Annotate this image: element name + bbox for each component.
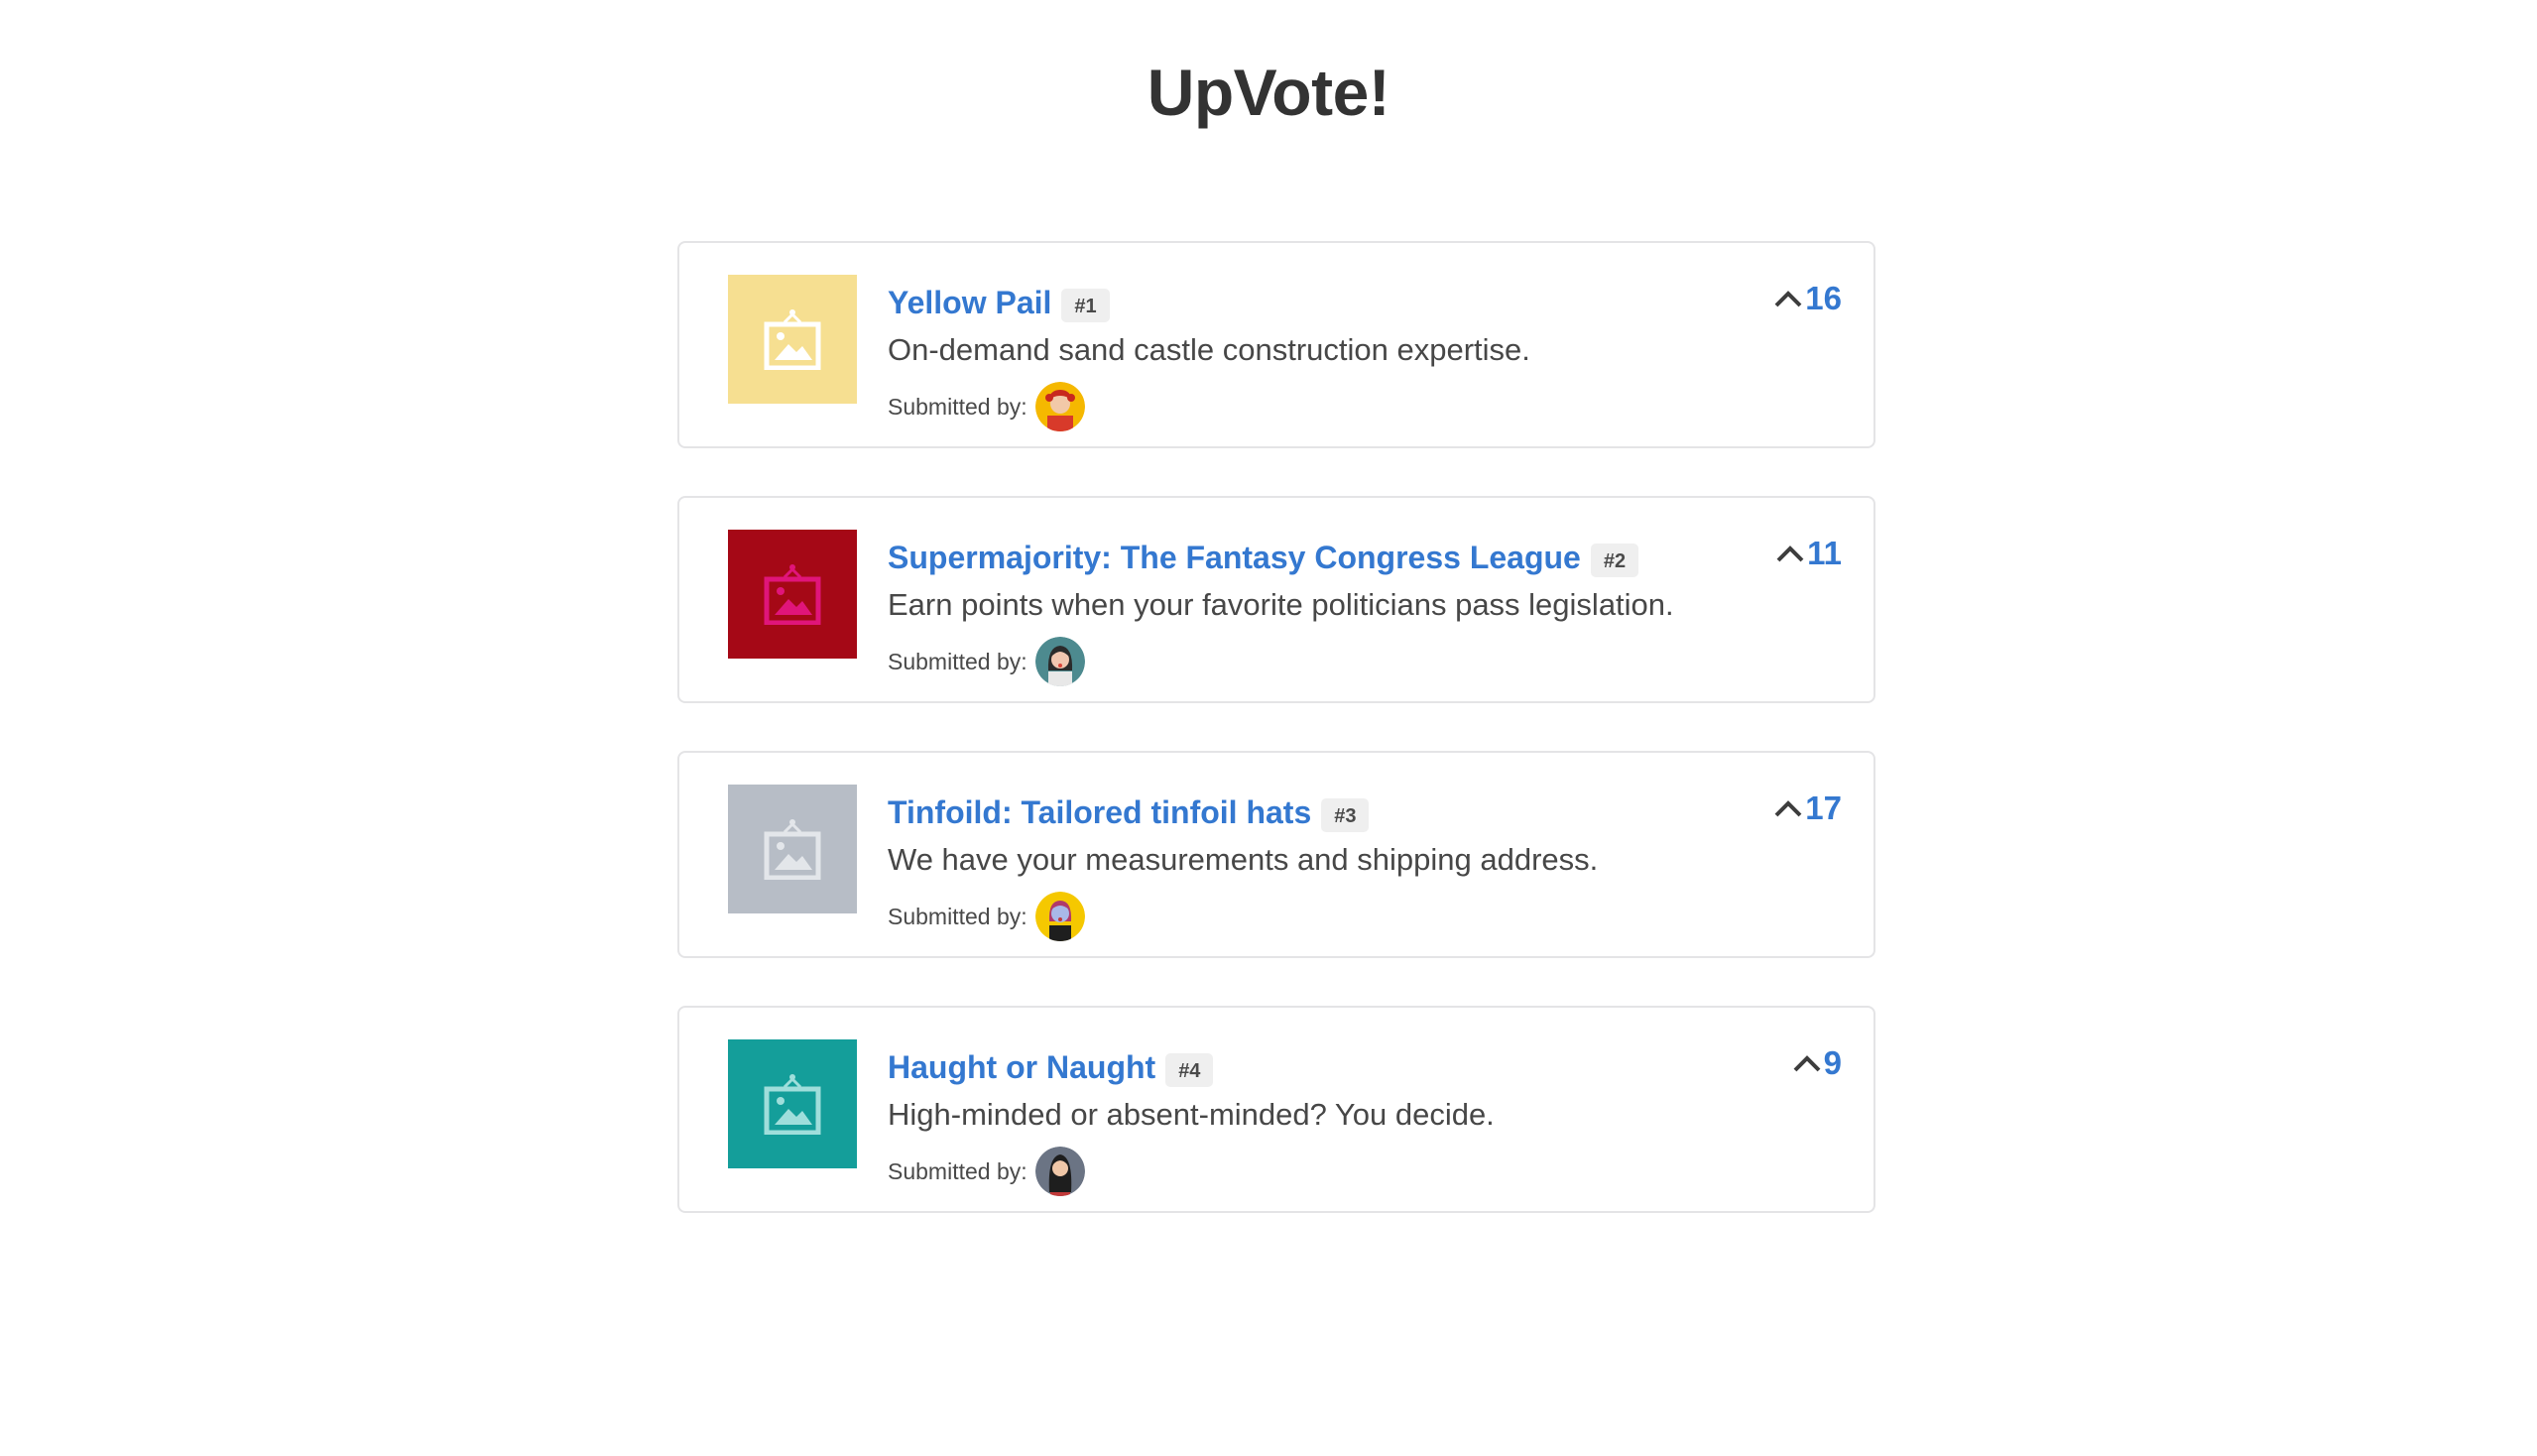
product-thumbnail[interactable]	[728, 1039, 857, 1168]
image-placeholder-icon	[764, 309, 821, 370]
rank-badge: #3	[1321, 798, 1370, 832]
chevron-up-icon	[1773, 798, 1803, 818]
product-title-link[interactable]: Tinfoild: Tailored tinfoil hats	[888, 794, 1311, 831]
product-card: Supermajority: The Fantasy Congress Leag…	[677, 496, 1875, 703]
image-placeholder-icon	[764, 564, 821, 625]
product-card: Tinfoild: Tailored tinfoil hats #3 We ha…	[677, 751, 1875, 958]
product-description: On-demand sand castle construction exper…	[888, 332, 1530, 367]
upvote-button[interactable]: 16	[1773, 280, 1842, 317]
avatar-dark-hair-icon[interactable]	[1034, 637, 1085, 686]
upvote-button[interactable]: 11	[1775, 535, 1842, 572]
submitted-by-label: Submitted by:	[888, 903, 1027, 929]
chevron-up-icon	[1792, 1053, 1822, 1073]
avatar-long-hair-icon[interactable]	[1034, 1147, 1085, 1196]
product-title-link[interactable]: Haught or Naught	[888, 1049, 1155, 1086]
image-placeholder-icon	[764, 1074, 821, 1135]
upvote-button[interactable]: 9	[1792, 1044, 1842, 1082]
vote-count: 9	[1823, 1044, 1842, 1081]
page-title: UpVote!	[1147, 56, 1390, 129]
rank-badge: #1	[1061, 289, 1110, 322]
upvote-button[interactable]: 17	[1773, 789, 1842, 827]
rank-badge: #2	[1590, 544, 1639, 577]
image-placeholder-icon	[764, 819, 821, 880]
vote-count: 16	[1805, 280, 1842, 316]
product-description: High-minded or absent-minded? You decide…	[888, 1097, 1495, 1132]
product-thumbnail[interactable]	[728, 530, 857, 659]
product-title-link[interactable]: Yellow Pail	[888, 285, 1051, 321]
product-card: Yellow Pail #1 On-demand sand castle con…	[677, 241, 1875, 448]
submitted-by-label: Submitted by:	[888, 648, 1027, 674]
submitted-by-label: Submitted by:	[888, 1157, 1027, 1184]
chevron-up-icon	[1775, 544, 1805, 563]
product-thumbnail[interactable]	[728, 785, 857, 913]
chevron-up-icon	[1773, 289, 1803, 308]
vote-count: 11	[1807, 535, 1842, 571]
product-thumbnail[interactable]	[728, 275, 857, 404]
product-list: Yellow Pail #1 On-demand sand castle con…	[677, 241, 1875, 1261]
product-description: Earn points when your favorite politicia…	[888, 587, 1674, 622]
product-description: We have your measurements and shipping a…	[888, 842, 1599, 877]
product-title-link[interactable]: Supermajority: The Fantasy Congress Leag…	[888, 540, 1581, 576]
vote-count: 17	[1805, 789, 1842, 826]
avatar-red-hair-icon[interactable]	[1034, 382, 1085, 431]
rank-badge: #4	[1165, 1053, 1214, 1087]
product-card: Haught or Naught #4 High-minded or absen…	[677, 1006, 1875, 1213]
avatar-blue-hair-icon[interactable]	[1034, 892, 1085, 941]
submitted-by-label: Submitted by:	[888, 393, 1027, 420]
